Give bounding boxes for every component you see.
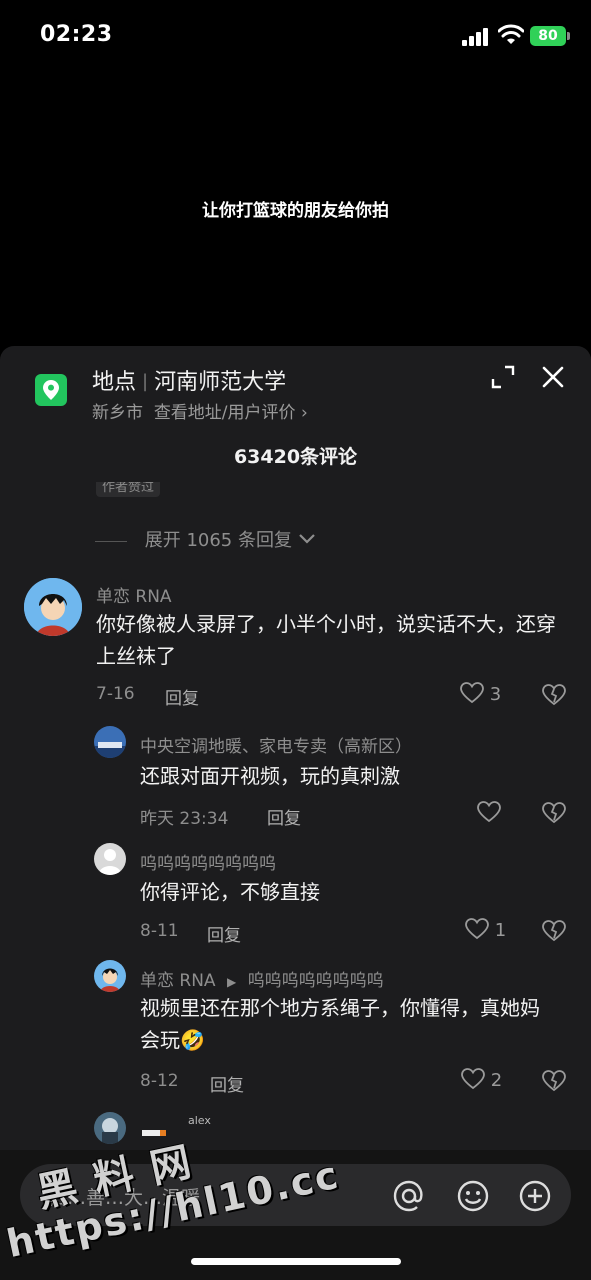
expand-replies-button[interactable]: 展开 1065 条回复	[95, 526, 316, 552]
at-mention-icon[interactable]	[392, 1179, 426, 1213]
reply-date: 8-11	[140, 921, 179, 941]
add-icon[interactable]	[518, 1179, 552, 1213]
like-count: 1	[494, 920, 507, 941]
dislike-icon[interactable]	[542, 684, 566, 706]
dislike-icon[interactable]	[542, 920, 566, 942]
like-count: 2	[490, 1070, 503, 1091]
home-indicator	[191, 1258, 401, 1265]
reply-author-name[interactable]: 中央空调地暖、家电专卖（高新区）	[140, 732, 412, 757]
dislike-icon[interactable]	[542, 1070, 566, 1092]
reply-button[interactable]: 回复	[267, 804, 301, 829]
location-subtitle[interactable]: 新乡市 查看地址/用户评价 ›	[92, 398, 308, 423]
map-pin-icon[interactable]	[35, 374, 67, 406]
emoji-icon[interactable]	[456, 1179, 490, 1213]
reply-date: 8-12	[140, 1071, 179, 1091]
location-title[interactable]: 地点 | 河南师范大学	[92, 364, 286, 396]
avatar[interactable]	[24, 578, 82, 636]
heart-icon	[461, 1068, 485, 1090]
battery-tip	[567, 32, 570, 40]
reply-author-name[interactable]: 单恋 RNA ▶ 呜呜呜呜呜呜呜呜	[140, 966, 384, 991]
heart-icon	[465, 918, 489, 940]
like-button[interactable]: 3	[460, 682, 501, 705]
location-name: 河南师范大学	[154, 370, 287, 395]
location-city: 新乡市	[92, 403, 143, 423]
avatar[interactable]	[94, 843, 126, 875]
avatar[interactable]	[94, 960, 126, 992]
reply-author-name[interactable]: 呜呜呜呜呜呜呜呜	[140, 849, 276, 874]
reply-button[interactable]: 回复	[207, 921, 241, 946]
author-liked-badge: 作者赞过	[96, 482, 176, 498]
reply-button[interactable]: 回复	[210, 1071, 244, 1096]
location-label: 地点	[92, 370, 137, 395]
reply-to-name: 呜呜呜呜呜呜呜呜	[247, 971, 384, 991]
reply-text[interactable]: 还跟对面开视频，玩的真刺激	[140, 760, 560, 792]
video-caption: 让你打篮球的朋友给你拍	[202, 201, 389, 221]
like-button[interactable]: 2	[461, 1068, 502, 1091]
signal-icon	[462, 28, 490, 46]
heart-icon	[460, 682, 484, 704]
like-button[interactable]: 1	[465, 918, 506, 941]
status-time: 02:23	[40, 22, 113, 47]
comment-date: 7-16	[96, 684, 135, 704]
avatar[interactable]	[94, 726, 126, 758]
location-separator: |	[142, 371, 149, 392]
status-bar: 02:23 80	[0, 0, 591, 72]
reply-date: 昨天 23:34	[140, 809, 229, 829]
expand-replies-label: 展开 1065 条回复	[144, 530, 292, 551]
comment-author-name[interactable]: 单恋 RNA	[96, 582, 172, 607]
reply-arrow-icon: ▶	[226, 975, 237, 989]
author-liked-text: 作者赞过	[96, 482, 161, 497]
reply-text[interactable]: 视频里还在那个地方系绳子，你懂得，真她妈会玩🤣	[140, 992, 540, 1056]
chevron-right-icon: ›	[300, 403, 308, 423]
expand-icon[interactable]	[490, 364, 516, 390]
dislike-icon[interactable]	[542, 802, 566, 824]
reply-button[interactable]: 回复	[165, 684, 199, 709]
comment-text[interactable]: 你好像被人录屏了，小半个小时，说实话不大，还穿上丝袜了	[96, 608, 556, 672]
wifi-icon	[498, 24, 524, 44]
heart-icon	[477, 801, 501, 823]
like-button[interactable]	[477, 801, 501, 824]
chevron-down-icon	[298, 534, 315, 544]
comment-count: 63420条评论	[233, 446, 358, 468]
like-count: 3	[489, 684, 502, 705]
close-icon[interactable]	[540, 364, 566, 390]
battery-indicator: 80	[530, 26, 566, 46]
reply-text[interactable]: 你得评论，不够直接	[140, 876, 560, 908]
avatar[interactable]	[94, 1112, 126, 1144]
location-link[interactable]: 查看地址/用户评价	[154, 403, 296, 423]
reply-author: 单恋 RNA	[140, 971, 216, 991]
